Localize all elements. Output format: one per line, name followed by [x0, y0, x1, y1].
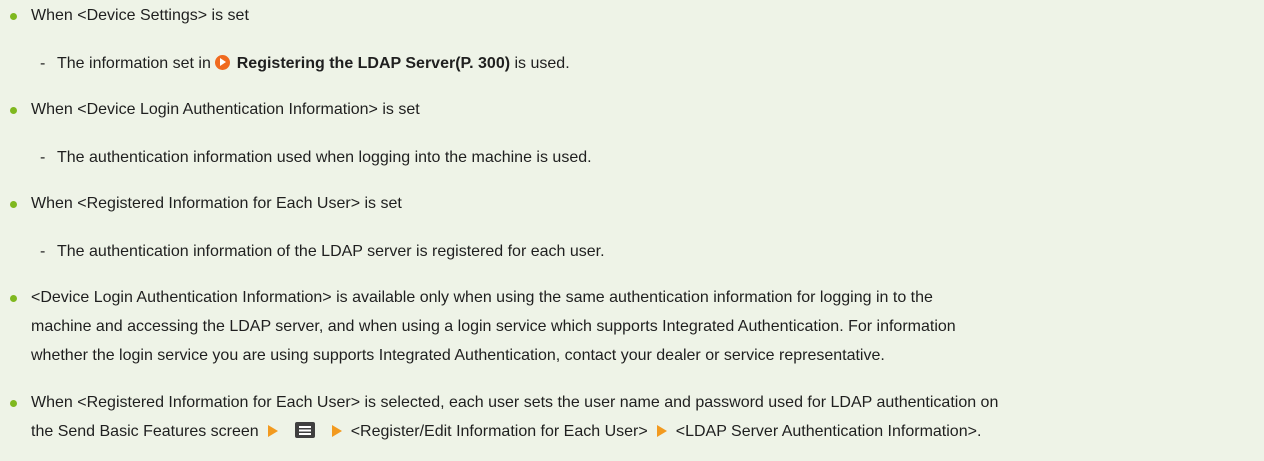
list-subitem-text: The authentication information of the LD… [57, 243, 605, 260]
dash-marker: - [40, 55, 46, 72]
menu-icon [294, 422, 315, 438]
registering-ldap-server-link[interactable]: Registering the LDAP Server(P. 300) [215, 55, 514, 72]
link-text: Registering the LDAP Server(P. 300) [236, 55, 511, 72]
note-line: When <Registered Information for Each Us… [31, 394, 999, 411]
note-line: whether the login service you are using … [31, 347, 885, 364]
note-line: <Device Login Authentication Information… [31, 289, 933, 306]
bullet-icon [10, 400, 17, 407]
step-ldap-auth-info: <LDAP Server Authentication Information>… [675, 423, 982, 440]
circle-arrow-icon [215, 55, 231, 70]
bullet-icon [10, 107, 17, 114]
right-triangle-icon [656, 425, 667, 437]
list-subitem-text: The authentication information used when… [57, 149, 592, 166]
subitem-suffix: is used. [514, 55, 570, 72]
note-line-with-steps: the Send Basic Features screen <Register/… [31, 418, 981, 446]
right-triangle-icon [267, 425, 278, 437]
list-item-label: When <Device Settings> is set [31, 7, 249, 24]
list-item-label: When <Registered Information for Each Us… [31, 195, 402, 212]
subitem-prefix: The information set in [57, 55, 216, 72]
document-content: When <Device Settings> is set - The info… [0, 0, 1264, 461]
note-line: machine and accessing the LDAP server, a… [31, 318, 956, 335]
right-triangle-icon [331, 425, 342, 437]
list-item-label: When <Device Login Authentication Inform… [31, 101, 420, 118]
dash-marker: - [40, 243, 46, 260]
list-subitem-text: The information set in Registering the L… [57, 50, 570, 78]
bullet-icon [10, 201, 17, 208]
dash-marker: - [40, 149, 46, 166]
steps-start: the Send Basic Features screen [31, 423, 259, 440]
bullet-icon [10, 295, 17, 302]
bullet-icon [10, 13, 17, 20]
step-register-edit: <Register/Edit Information for Each User… [350, 423, 648, 440]
